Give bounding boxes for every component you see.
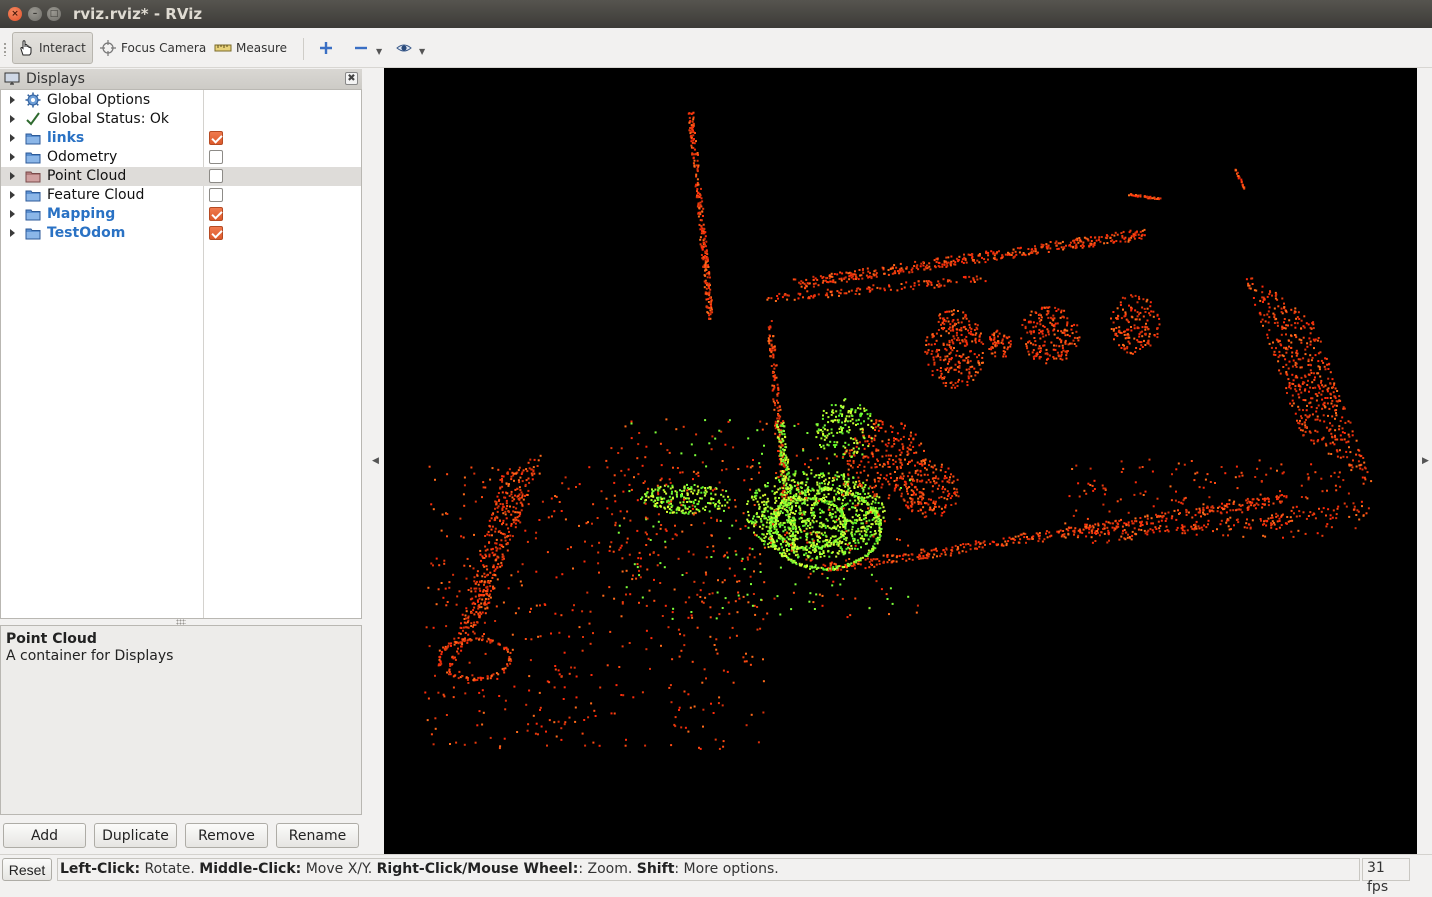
- measure-button[interactable]: Measure: [214, 32, 287, 64]
- measure-label: Measure: [236, 41, 287, 55]
- tree-item-label: Global Options: [47, 92, 151, 108]
- minimize-window-button[interactable]: –: [28, 7, 42, 21]
- hint-shift: Shift: [636, 861, 675, 877]
- close-window-button[interactable]: ×: [8, 7, 22, 21]
- tree-item-feature-cloud[interactable]: Feature Cloud: [1, 186, 361, 205]
- 3d-render-viewport[interactable]: [384, 68, 1417, 854]
- toolbar: Interact Focus Camera Measure ▼ ▼: [0, 28, 1432, 68]
- tree-item-mapping[interactable]: Mapping: [1, 205, 361, 224]
- minus-icon: [355, 46, 367, 50]
- remove-tool-button[interactable]: ▼: [353, 32, 382, 64]
- tree-item-global-status[interactable]: Global Status: Ok: [1, 110, 361, 129]
- window-title: rviz.rviz* - RViz: [73, 5, 203, 23]
- tree-item-global-options[interactable]: Global Options: [1, 91, 361, 110]
- folder-icon: [25, 152, 41, 164]
- left-dock-splitter[interactable]: ◀: [368, 68, 384, 854]
- maximize-window-button[interactable]: □: [47, 7, 61, 21]
- add-tool-button[interactable]: [318, 32, 338, 64]
- monitor-icon: [4, 72, 20, 85]
- collapse-left-icon[interactable]: ◀: [372, 456, 379, 466]
- hint-left-click: Left-Click:: [60, 861, 141, 877]
- hint-move: Move X/Y.: [301, 861, 377, 877]
- reset-button[interactable]: Reset: [2, 858, 52, 881]
- expand-arrow-icon[interactable]: [10, 153, 15, 161]
- duplicate-display-button[interactable]: Duplicate: [94, 823, 177, 848]
- folder-icon: [25, 133, 41, 145]
- add-display-button[interactable]: Add: [3, 823, 86, 848]
- eye-icon: [396, 44, 412, 52]
- fps-counter: 31 fps: [1362, 858, 1410, 895]
- tree-item-label: Global Status: Ok: [47, 111, 170, 127]
- enable-checkbox[interactable]: [209, 188, 223, 202]
- toolbar-separator: [303, 38, 304, 60]
- chevron-down-icon: ▼: [376, 46, 383, 56]
- ruler-icon: [214, 44, 232, 52]
- enable-checkbox[interactable]: [209, 131, 223, 145]
- tree-item-testodom[interactable]: TestOdom: [1, 224, 361, 243]
- focus-camera-label: Focus Camera: [121, 41, 207, 55]
- hint-right-click: Right-Click/Mouse Wheel:: [376, 861, 579, 877]
- tree-item-label: TestOdom: [47, 225, 126, 241]
- interact-label: Interact: [39, 41, 86, 55]
- gear-icon: [25, 92, 41, 108]
- enable-checkbox[interactable]: [209, 207, 223, 221]
- enable-checkbox[interactable]: [209, 169, 223, 183]
- hint-zoom: : Zoom.: [578, 861, 637, 877]
- expand-arrow-icon[interactable]: [10, 96, 15, 104]
- tree-item-label: links: [47, 130, 85, 146]
- expand-arrow-icon[interactable]: [10, 115, 15, 123]
- point-cloud-render[interactable]: [384, 68, 1417, 854]
- chevron-down-icon: ▼: [419, 46, 426, 56]
- tree-item-label: Point Cloud: [47, 168, 127, 184]
- hand-pointer-icon: [20, 40, 32, 56]
- expand-arrow-icon[interactable]: [10, 134, 15, 142]
- focus-camera-button[interactable]: Focus Camera: [99, 32, 206, 64]
- expand-arrow-icon[interactable]: [10, 210, 15, 218]
- right-dock-splitter[interactable]: ▶: [1417, 68, 1432, 854]
- expand-arrow-icon[interactable]: [10, 172, 15, 180]
- view-menu-button[interactable]: ▼: [396, 32, 425, 64]
- folder-icon: [25, 228, 41, 240]
- enable-checkbox[interactable]: [209, 150, 223, 164]
- tree-item-label: Mapping: [47, 206, 116, 222]
- displays-panel-title: Displays: [26, 71, 85, 87]
- collapse-right-icon[interactable]: ▶: [1422, 456, 1429, 466]
- title-bar: × – □ rviz.rviz* - RViz: [0, 0, 1432, 28]
- tree-item-links[interactable]: links: [1, 129, 361, 148]
- status-bar: Reset Left-Click: Rotate. Middle-Click: …: [0, 854, 1432, 895]
- tree-item-label: Odometry: [47, 149, 118, 165]
- hint-more: : More options.: [674, 861, 779, 877]
- expand-arrow-icon[interactable]: [10, 229, 15, 237]
- hint-middle-click: Middle-Click:: [199, 861, 302, 877]
- crosshair-icon: [100, 40, 116, 56]
- close-panel-button[interactable]: ✖: [345, 72, 358, 85]
- help-hint: Left-Click: Rotate. Middle-Click: Move X…: [57, 858, 1360, 881]
- expand-arrow-icon[interactable]: [10, 191, 15, 199]
- interact-button[interactable]: Interact: [12, 32, 93, 64]
- checkmark-icon: [26, 112, 40, 126]
- folder-icon: [25, 209, 41, 221]
- tree-item-point-cloud[interactable]: Point Cloud: [1, 167, 361, 186]
- enable-checkbox[interactable]: [209, 226, 223, 240]
- plus-icon: [320, 42, 332, 54]
- point-cloud-map: [424, 111, 1373, 750]
- display-description: Point Cloud A container for Displays: [0, 625, 362, 815]
- rename-display-button[interactable]: Rename: [276, 823, 359, 848]
- tree-item-odometry[interactable]: Odometry: [1, 148, 361, 167]
- displays-tree: Global Options Global Status: Ok links O…: [0, 90, 362, 619]
- remove-display-button[interactable]: Remove: [185, 823, 268, 848]
- displays-panel-header: Displays ✖: [0, 69, 362, 90]
- toolbar-grip[interactable]: [3, 42, 7, 56]
- folder-icon: [25, 190, 41, 202]
- description-title: Point Cloud: [6, 631, 97, 647]
- folder-icon: [25, 171, 41, 183]
- tree-item-label: Feature Cloud: [47, 187, 145, 203]
- description-text: A container for Displays: [6, 648, 174, 664]
- hint-rotate: Rotate.: [140, 861, 200, 877]
